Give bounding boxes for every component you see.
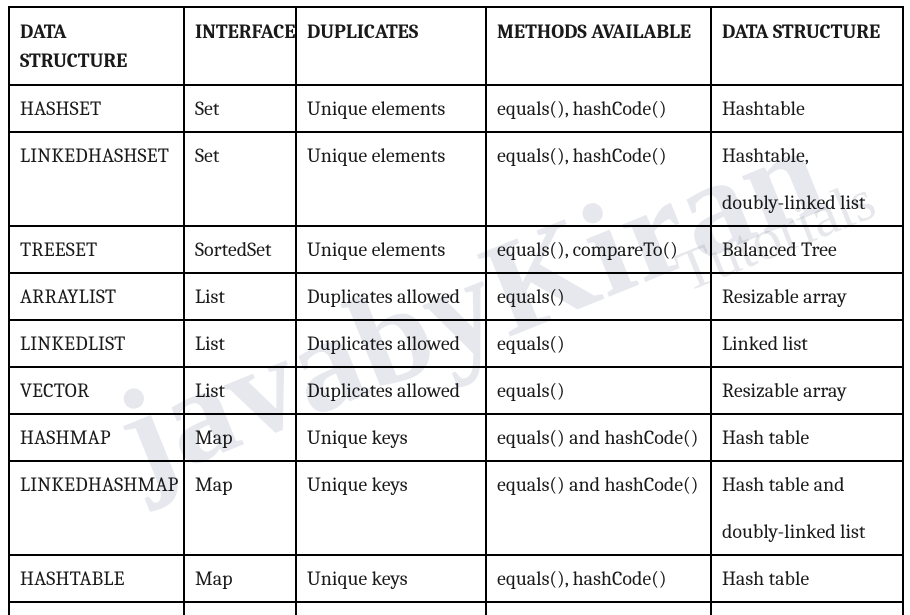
table-row: LINKEDHASHMAP Map Unique keys equals() a… — [9, 461, 903, 555]
cell-duplicates: Unique keys — [296, 602, 486, 615]
cell-methods: equals() — [486, 367, 711, 414]
cell-name: TREEMAP — [9, 602, 184, 615]
cell-name: LINKEDHASHSET — [9, 132, 184, 226]
cell-name: LINKEDHASHMAP — [9, 461, 184, 555]
cell-interface: Set — [184, 132, 296, 226]
cell-duplicates: Unique keys — [296, 414, 486, 461]
table-header-row: DATA STRUCTURE INTERFACE DUPLICATES METH… — [9, 7, 903, 85]
cell-impl-line: Linked list — [722, 329, 892, 358]
cell-duplicates: Unique elements — [296, 132, 486, 226]
cell-impl-line: Hashtable, — [722, 141, 892, 170]
cell-impl: Hashtable, doubly-linked list — [711, 132, 903, 226]
cell-impl: Hashtable — [711, 85, 903, 132]
cell-impl-line: Hash table — [722, 564, 892, 593]
table-body: HASHSET Set Unique elements equals(), ha… — [9, 85, 903, 615]
cell-impl-line: doubly-linked list — [722, 188, 892, 217]
cell-duplicates: Unique elements — [296, 85, 486, 132]
cell-impl: Balanced Tree — [711, 226, 903, 273]
cell-interface: SortedSet — [184, 226, 296, 273]
cell-impl-line: doubly-linked list — [722, 517, 892, 546]
cell-impl-line: Resizable array — [722, 376, 892, 405]
cell-duplicates: Unique elements — [296, 226, 486, 273]
col-header-data-structure: DATA STRUCTURE — [9, 7, 184, 85]
cell-duplicates: Duplicates allowed — [296, 273, 486, 320]
cell-impl: Resizable array — [711, 367, 903, 414]
cell-impl: Hash table and doubly-linked list — [711, 461, 903, 555]
cell-name: ARRAYLIST — [9, 273, 184, 320]
table-row: LINKEDLIST List Duplicates allowed equal… — [9, 320, 903, 367]
cell-name: HASHTABLE — [9, 555, 184, 602]
cell-impl-line: Hash table and — [722, 470, 892, 499]
cell-interface: SortedMap — [184, 602, 296, 615]
cell-impl-line: Hash table — [722, 423, 892, 452]
col-header-duplicates: DUPLICATES — [296, 7, 486, 85]
cell-duplicates: Unique keys — [296, 555, 486, 602]
cell-methods: equals(), compareTo() — [486, 226, 711, 273]
cell-duplicates: Duplicates allowed — [296, 367, 486, 414]
page-root: javabyKiran Tutorials DATA STRUCTURE INT… — [0, 0, 910, 615]
cell-interface: Map — [184, 555, 296, 602]
cell-impl-line: Resizable array — [722, 282, 892, 311]
cell-duplicates: Unique keys — [296, 461, 486, 555]
cell-impl: Linked list — [711, 320, 903, 367]
table-row: TREESET SortedSet Unique elements equals… — [9, 226, 903, 273]
collections-table: DATA STRUCTURE INTERFACE DUPLICATES METH… — [8, 6, 904, 615]
cell-methods: equals() — [486, 273, 711, 320]
cell-methods: equals(), hashCode() — [486, 85, 711, 132]
cell-impl-line: Tree Map — [722, 611, 892, 615]
cell-impl: Hash table — [711, 414, 903, 461]
table-row: HASHMAP Map Unique keys equals() and has… — [9, 414, 903, 461]
cell-impl: Tree Map — [711, 602, 903, 615]
col-header-methods: METHODS AVAILABLE — [486, 7, 711, 85]
cell-methods: equals(), hashCode() — [486, 132, 711, 226]
cell-name: HASHSET — [9, 85, 184, 132]
col-header-interface: INTERFACE — [184, 7, 296, 85]
cell-interface: List — [184, 367, 296, 414]
col-header-impl: DATA STRUCTURE — [711, 7, 903, 85]
cell-name: HASHMAP — [9, 414, 184, 461]
table-row: VECTOR List Duplicates allowed equals() … — [9, 367, 903, 414]
cell-interface: Set — [184, 85, 296, 132]
cell-name: VECTOR — [9, 367, 184, 414]
cell-methods: equals() — [486, 320, 711, 367]
cell-name: TREESET — [9, 226, 184, 273]
cell-methods: equals() and hashCode() — [486, 461, 711, 555]
cell-impl: Hash table — [711, 555, 903, 602]
cell-methods: equals(), hashCode() — [486, 555, 711, 602]
cell-methods: equals(), compareTo() — [486, 602, 711, 615]
cell-duplicates: Duplicates allowed — [296, 320, 486, 367]
table-row: LINKEDHASHSET Set Unique elements equals… — [9, 132, 903, 226]
cell-interface: List — [184, 320, 296, 367]
cell-methods: equals() and hashCode() — [486, 414, 711, 461]
cell-impl: Resizable array — [711, 273, 903, 320]
cell-interface: Map — [184, 461, 296, 555]
table-row: TREEMAP SortedMap Unique keys equals(), … — [9, 602, 903, 615]
cell-interface: List — [184, 273, 296, 320]
cell-name: LINKEDLIST — [9, 320, 184, 367]
cell-impl-line: Balanced Tree — [722, 235, 892, 264]
cell-impl-line: Hashtable — [722, 94, 892, 123]
table-row: ARRAYLIST List Duplicates allowed equals… — [9, 273, 903, 320]
table-row: HASHTABLE Map Unique keys equals(), hash… — [9, 555, 903, 602]
table-head: DATA STRUCTURE INTERFACE DUPLICATES METH… — [9, 7, 903, 85]
table-row: HASHSET Set Unique elements equals(), ha… — [9, 85, 903, 132]
cell-interface: Map — [184, 414, 296, 461]
